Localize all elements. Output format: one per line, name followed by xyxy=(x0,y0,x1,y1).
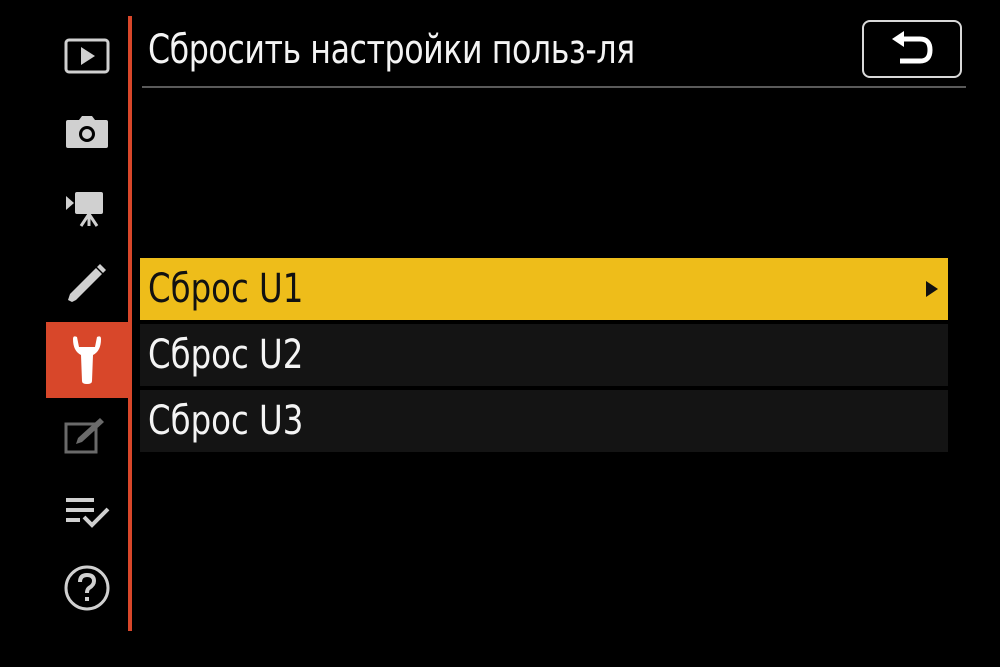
menu-item-reset-u3[interactable]: Сброс U3 xyxy=(140,390,948,452)
sidebar-item-movie-shooting[interactable] xyxy=(46,170,128,246)
pencil-icon xyxy=(68,264,106,302)
menu-item-reset-u2[interactable]: Сброс U2 xyxy=(140,324,948,386)
help-icon xyxy=(64,565,110,611)
menu-item-label: Сброс U3 xyxy=(148,398,304,444)
retouch-icon xyxy=(64,418,104,454)
camera-icon xyxy=(66,116,108,148)
sidebar-item-help[interactable] xyxy=(46,550,128,626)
menu-item-label: Сброс U1 xyxy=(148,266,304,312)
sidebar-item-setup[interactable] xyxy=(46,322,128,398)
sidebar-item-custom-settings[interactable] xyxy=(46,246,128,322)
sidebar-item-my-menu[interactable] xyxy=(46,474,128,550)
page-title: Сбросить настройки польз-ля xyxy=(148,27,635,73)
playback-icon xyxy=(64,38,110,74)
sidebar-item-retouch[interactable] xyxy=(46,398,128,474)
return-icon xyxy=(892,31,933,64)
menu-item-label: Сброс U2 xyxy=(148,332,304,378)
sidebar-divider xyxy=(128,16,132,631)
sidebar-item-photo-shooting[interactable] xyxy=(46,94,128,170)
movie-camera-icon xyxy=(66,192,103,227)
my-menu-icon xyxy=(66,498,110,528)
title-divider xyxy=(142,86,966,88)
submenu-arrow-icon xyxy=(926,281,938,297)
wrench-icon xyxy=(73,336,101,384)
sidebar xyxy=(46,16,130,631)
back-button[interactable] xyxy=(862,20,962,78)
sidebar-item-playback[interactable] xyxy=(46,18,128,94)
menu-item-reset-u1[interactable]: Сброс U1 xyxy=(140,258,948,320)
